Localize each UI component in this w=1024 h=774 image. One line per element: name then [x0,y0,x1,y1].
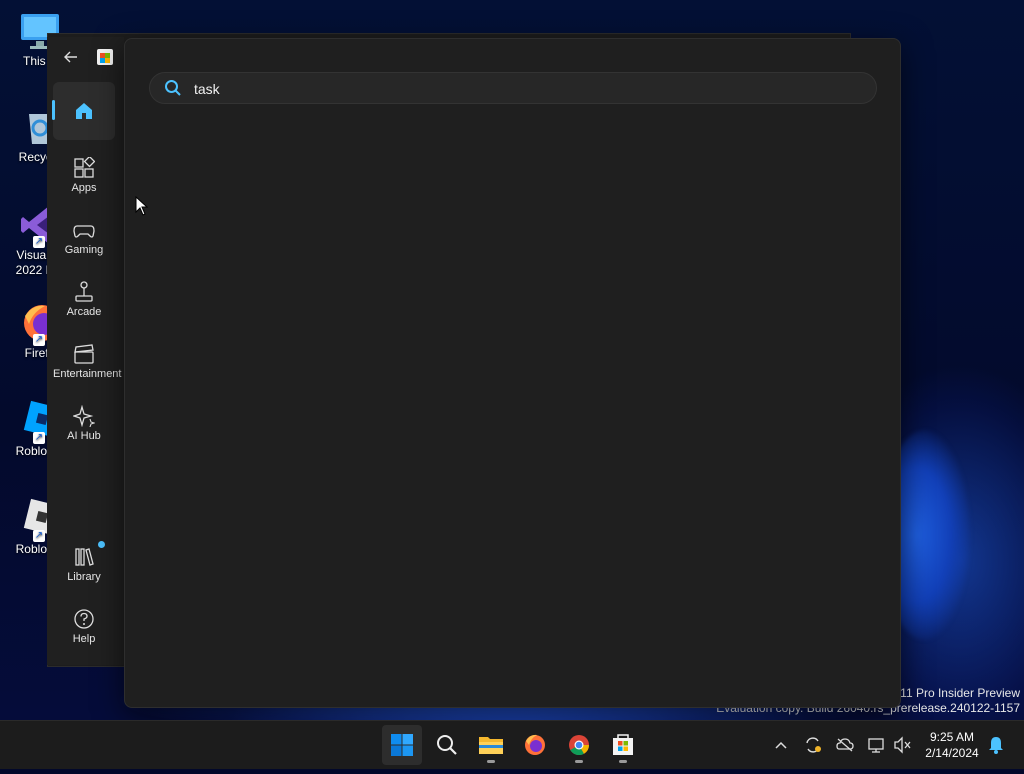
apps-icon [74,157,95,178]
nav-label: Arcade [66,306,102,318]
nav-label: Library [67,571,101,583]
windows-logo-icon [391,734,413,756]
clapperboard-icon [74,344,94,364]
running-indicator [619,760,627,763]
sync-icon [806,737,821,753]
system-clock[interactable]: 9:25 AM 2/14/2024 [920,729,984,761]
nav-item-ai-hub[interactable]: AI Hub [53,395,115,453]
nav-item-help[interactable]: Help [53,598,115,656]
store-sidebar: Apps Gaming Arcade Entertainment AI Hub … [47,37,124,665]
nav-item-library[interactable]: Library [53,536,115,594]
tray-volume[interactable] [892,721,912,769]
help-icon [74,609,94,629]
search-icon [165,80,181,96]
search-icon [437,735,457,755]
title-bar [47,37,124,77]
show-hidden-icons-button[interactable] [772,721,790,769]
nav-item-home[interactable] [52,82,115,140]
tray-sync[interactable] [803,721,823,769]
home-icon [76,103,92,119]
update-badge [98,541,105,548]
taskbar-chrome[interactable] [559,725,599,765]
mouse-pointer-icon [135,196,149,216]
cloud-offline-icon [836,738,854,752]
library-icon [75,548,94,566]
shortcut-arrow-icon: ↗ [33,334,45,346]
taskbar-file-explorer[interactable] [471,725,511,765]
tray-network[interactable] [866,721,886,769]
shortcut-arrow-icon: ↗ [33,236,45,248]
start-button[interactable] [382,725,422,765]
volume-muted-icon [894,736,911,754]
running-indicator [487,760,495,763]
file-explorer-icon [479,737,503,754]
running-indicator [575,760,583,763]
search-input[interactable] [192,77,856,101]
gamepad-icon [73,225,95,238]
nav-item-arcade[interactable]: Arcade [53,271,115,329]
nav-item-apps[interactable]: Apps [53,147,115,205]
nav-label: Apps [71,182,97,194]
shortcut-arrow-icon: ↗ [33,432,45,444]
taskbar: 9:25 AM 2/14/2024 [0,720,1024,769]
taskbar-store[interactable] [603,725,643,765]
chrome-icon [569,735,590,756]
joystick-icon [75,281,93,302]
nav-label: Gaming [64,244,104,256]
sparkle-icon [73,405,95,427]
store-icon [613,734,633,755]
search-flyout [124,38,901,708]
clock-date: 2/14/2024 [925,746,979,760]
store-logo-icon [97,49,113,65]
bell-icon [989,737,1003,754]
search-box[interactable] [149,72,877,104]
shortcut-arrow-icon: ↗ [33,530,45,542]
back-button[interactable] [59,45,83,69]
selection-indicator [52,100,55,120]
tray-onedrive[interactable] [835,721,855,769]
chevron-up-icon [775,741,787,749]
nav-label: Entertainment [53,368,122,380]
notification-button[interactable] [986,721,1006,769]
network-icon [868,738,884,753]
clock-time: 9:25 AM [929,730,975,744]
nav-item-gaming[interactable]: Gaming [53,209,115,267]
arrow-left-icon [64,51,77,63]
nav-item-entertainment[interactable]: Entertainment [53,333,122,391]
nav-label: AI Hub [67,430,101,442]
firefox-icon [525,734,545,755]
taskbar-search-button[interactable] [427,725,467,765]
nav-label: Help [72,633,96,645]
taskbar-firefox[interactable] [515,725,555,765]
